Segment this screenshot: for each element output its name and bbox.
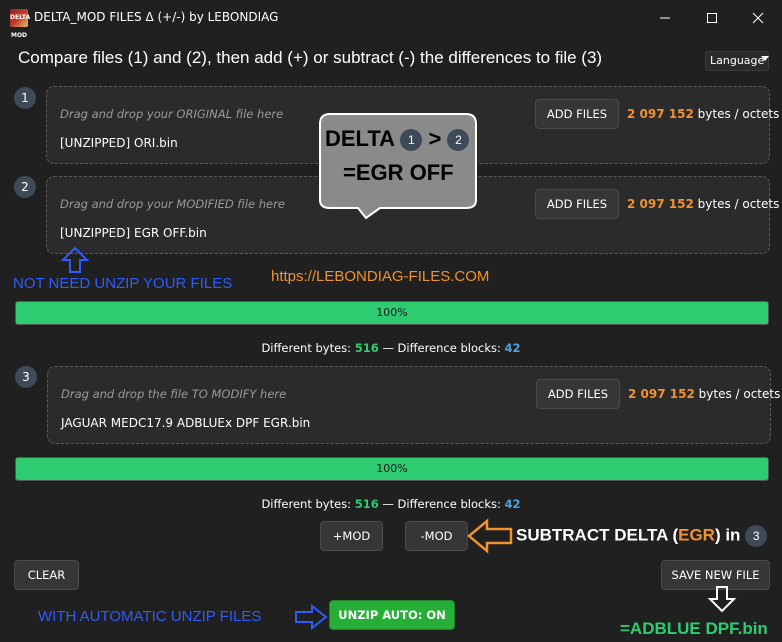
step-badge-2: 2 [14, 176, 36, 198]
progress-apply-label: 100% [376, 462, 408, 475]
annotation-subtract-post: ) in [714, 525, 741, 545]
target-file-size: 2 097 152 bytes / octets [628, 387, 780, 401]
minimize-icon[interactable] [655, 8, 675, 28]
compare-stats: Different bytes: 516 — Difference blocks… [0, 341, 782, 355]
app-logo-icon: DELTA MOD [10, 9, 30, 39]
add-files-original-button[interactable]: ADD FILES [535, 99, 619, 129]
language-label: Language [710, 54, 765, 67]
arrow-right-icon [295, 604, 328, 630]
target-size-number: 2 097 152 [628, 387, 695, 401]
original-size-number: 2 097 152 [627, 107, 694, 121]
different-bytes-label: Different bytes: [261, 497, 355, 511]
annotation-subtract-egr: EGR [678, 525, 715, 545]
arrow-left-icon [467, 518, 513, 554]
annotation-result-file: =ADBLUE DPF.bin [620, 619, 768, 638]
arrow-down-icon [707, 586, 737, 613]
page-instruction: Compare files (1) and (2), then add (+) … [18, 48, 603, 67]
annotation-no-unzip: NOT NEED UNZIP YOUR FILES [13, 275, 233, 292]
add-files-target-button[interactable]: ADD FILES [536, 379, 620, 409]
annotation-auto-unzip: WITH AUTOMATIC UNZIP FILES [38, 608, 262, 625]
different-bytes-label: Different bytes: [261, 341, 355, 355]
window-title: DELTA_MOD FILES Δ (+/-) by LEBONDIAG [34, 10, 279, 24]
chevron-down-icon [761, 56, 769, 61]
different-bytes-value: 516 [354, 341, 379, 355]
bubble-gt: > [428, 126, 442, 151]
plus-mod-button[interactable]: +MOD [320, 521, 383, 551]
bubble-delta: DELTA [325, 126, 395, 151]
minus-mod-button[interactable]: -MOD [405, 521, 468, 551]
progress-compare-label: 100% [376, 306, 408, 319]
target-size-unit: bytes / octets [698, 387, 781, 401]
difference-blocks-value: 42 [504, 497, 521, 511]
maximize-icon[interactable] [702, 8, 722, 28]
clear-button[interactable]: CLEAR [14, 560, 79, 590]
progress-bar-compare: 100% [15, 301, 769, 325]
step-badge-1: 1 [14, 87, 36, 109]
annotation-website: https://LEBONDIAG-FILES.COM [271, 268, 490, 285]
dropzone-modified-hint: Drag and drop your MODIFIED file here [60, 197, 285, 211]
progress-bar-apply: 100% [15, 457, 769, 481]
apply-stats: Different bytes: 516 — Difference blocks… [0, 497, 782, 511]
bubble-delta-line: DELTA 1 > 2 [325, 126, 470, 152]
modified-size-number: 2 097 152 [627, 197, 694, 211]
different-bytes-value: 516 [354, 497, 379, 511]
annotation-subtract: SUBTRACT DELTA (EGR) in 3 [516, 525, 768, 547]
dropzone-original-hint: Drag and drop your ORIGINAL file here [60, 107, 284, 121]
blocks-separator: — Difference blocks: [378, 497, 505, 511]
original-file-size: 2 097 152 bytes / octets [627, 107, 779, 121]
difference-blocks-value: 42 [504, 341, 521, 355]
bubble-badge-2: 2 [447, 129, 470, 152]
language-select[interactable]: Language [705, 51, 769, 71]
modified-file-name: [UNZIPPED] EGR OFF.bin [60, 226, 207, 240]
add-files-modified-button[interactable]: ADD FILES [535, 189, 619, 219]
annotation-subtract-pre: SUBTRACT DELTA ( [516, 525, 679, 545]
modified-file-size: 2 097 152 bytes / octets [627, 197, 779, 211]
target-file-name: JAGUAR MEDC17.9 ADBLUEx DPF EGR.bin [61, 416, 311, 430]
dropzone-target-hint: Drag and drop the file TO MODIFY here [61, 387, 287, 401]
original-file-name: [UNZIPPED] ORI.bin [60, 136, 178, 150]
bubble-badge-1: 1 [400, 129, 423, 152]
close-icon[interactable] [748, 8, 768, 28]
arrow-up-icon [60, 246, 90, 273]
modified-size-unit: bytes / octets [697, 197, 780, 211]
unzip-auto-toggle[interactable]: UNZIP AUTO: ON [329, 600, 455, 630]
dropzone-target[interactable] [47, 366, 771, 444]
step-badge-3: 3 [15, 366, 37, 388]
annotation-step-badge-3: 3 [745, 525, 768, 547]
blocks-separator: — Difference blocks: [378, 341, 505, 355]
bubble-result: =EGR OFF [343, 160, 454, 185]
original-size-unit: bytes / octets [697, 107, 780, 121]
